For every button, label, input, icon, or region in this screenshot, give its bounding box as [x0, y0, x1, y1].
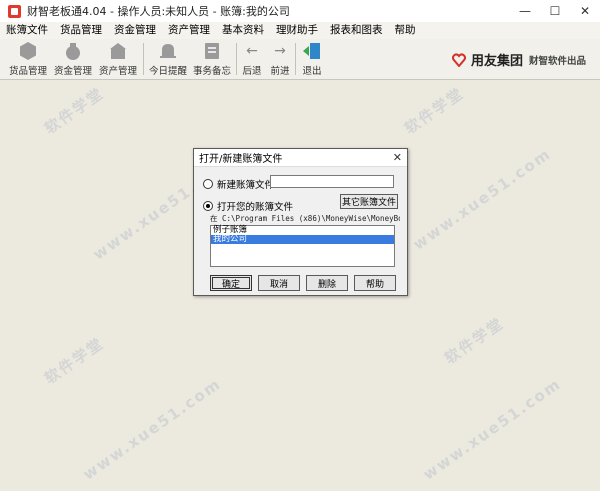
- open-ledger-option[interactable]: 打开您的账簿文件: [203, 199, 293, 213]
- today-reminder-button[interactable]: 今日提醒: [148, 41, 188, 77]
- toolbar-divider: [236, 43, 237, 75]
- forward-button[interactable]: → 前进: [268, 41, 292, 77]
- watermark: 软件学堂: [41, 334, 108, 388]
- watermark: 软件学堂: [441, 314, 508, 368]
- watermark: 软件学堂: [401, 84, 468, 138]
- back-label: 后退: [242, 66, 262, 77]
- dialog-close-icon[interactable]: ✕: [393, 151, 402, 164]
- today-reminder-label: 今日提醒: [148, 66, 187, 77]
- assets-button[interactable]: 资产管理: [98, 41, 138, 77]
- funds-button[interactable]: 资金管理: [53, 41, 93, 77]
- back-button[interactable]: ← 后退: [240, 41, 264, 77]
- arrow-left-icon: ←: [246, 43, 258, 59]
- new-ledger-name-input[interactable]: [270, 175, 394, 188]
- radio-button[interactable]: [203, 179, 213, 189]
- other-ledger-button[interactable]: 其它账簿文件: [340, 194, 398, 209]
- exit-button[interactable]: 退出: [300, 41, 324, 77]
- menu-funds[interactable]: 资金管理: [108, 22, 162, 39]
- brand: 用友集团 财智软件出品: [451, 50, 586, 69]
- minimize-button[interactable]: —: [510, 0, 540, 22]
- goods-label: 货品管理: [8, 66, 47, 77]
- open-ledger-label: 打开您的账簿文件: [217, 202, 294, 213]
- watermark: www.xue51.com: [79, 374, 225, 484]
- dialog-title: 打开/新建账簿文件: [199, 154, 283, 165]
- brand-tagline: 财智软件出品: [528, 55, 586, 67]
- new-ledger-label: 新建账簿文件: [217, 180, 275, 191]
- menu-assets[interactable]: 资产管理: [162, 22, 216, 39]
- bell-icon: [157, 41, 179, 61]
- goods-button[interactable]: 货品管理: [8, 41, 48, 77]
- brand-logo-icon: [451, 52, 467, 68]
- delete-button[interactable]: 删除: [306, 275, 348, 291]
- exit-door-icon: [301, 41, 323, 61]
- menu-reports[interactable]: 报表和图表: [324, 22, 389, 39]
- menu-finance-assistant[interactable]: 理财助手: [270, 22, 324, 39]
- menu-goods[interactable]: 货品管理: [54, 22, 108, 39]
- app-icon: [8, 4, 21, 18]
- ledger-path: 在 C:\Program Files (x86)\MoneyWise\Money…: [210, 214, 400, 223]
- maximize-button[interactable]: ☐: [540, 0, 570, 22]
- toolbar-divider: [295, 43, 296, 75]
- hexagon-icon: [17, 41, 39, 61]
- menu-basic-data[interactable]: 基本资料: [216, 22, 270, 39]
- arrow-right-icon: →: [274, 43, 286, 59]
- radio-button-selected[interactable]: [203, 201, 213, 211]
- memo-icon: [201, 41, 223, 61]
- assets-label: 资产管理: [98, 66, 137, 77]
- title-bar: 财智老板通4.04 - 操作人员:未知人员 - 账簿:我的公司 — ☐ ✕: [0, 0, 600, 22]
- brand-name: 用友集团: [470, 54, 523, 69]
- open-ledger-dialog: 打开/新建账簿文件 ✕ 新建账簿文件 打开您的账簿文件 其它账簿文件 在 C:\…: [193, 148, 408, 296]
- window-title: 财智老板通4.04 - 操作人员:未知人员 - 账簿:我的公司: [27, 5, 290, 18]
- dialog-title-bar: 打开/新建账簿文件: [194, 149, 407, 167]
- help-button[interactable]: 帮助: [354, 275, 396, 291]
- toolbar-divider: [143, 43, 144, 75]
- watermark: www.xue51.com: [419, 374, 565, 484]
- close-button[interactable]: ✕: [570, 0, 600, 22]
- money-bag-icon: [62, 41, 84, 61]
- watermark: 软件学堂: [41, 84, 108, 138]
- assets-icon: [107, 41, 129, 61]
- forward-label: 前进: [270, 66, 290, 77]
- new-ledger-option[interactable]: 新建账簿文件: [203, 177, 274, 191]
- list-item-selected[interactable]: 我的公司: [211, 235, 394, 244]
- menu-file[interactable]: 账簿文件: [0, 22, 54, 39]
- memo-label: 事务备忘: [192, 66, 231, 77]
- exit-label: 退出: [302, 66, 322, 77]
- menu-bar: 账簿文件 货品管理 资金管理 资产管理 基本资料 理财助手 报表和图表 帮助: [0, 22, 600, 39]
- menu-help[interactable]: 帮助: [389, 22, 422, 39]
- ok-button[interactable]: 确定: [210, 275, 252, 291]
- ledger-file-list[interactable]: 例子账簿 我的公司: [210, 225, 395, 267]
- watermark: www.xue51.com: [409, 144, 555, 254]
- funds-label: 资金管理: [53, 66, 92, 77]
- cancel-button[interactable]: 取消: [258, 275, 300, 291]
- memo-button[interactable]: 事务备忘: [192, 41, 232, 77]
